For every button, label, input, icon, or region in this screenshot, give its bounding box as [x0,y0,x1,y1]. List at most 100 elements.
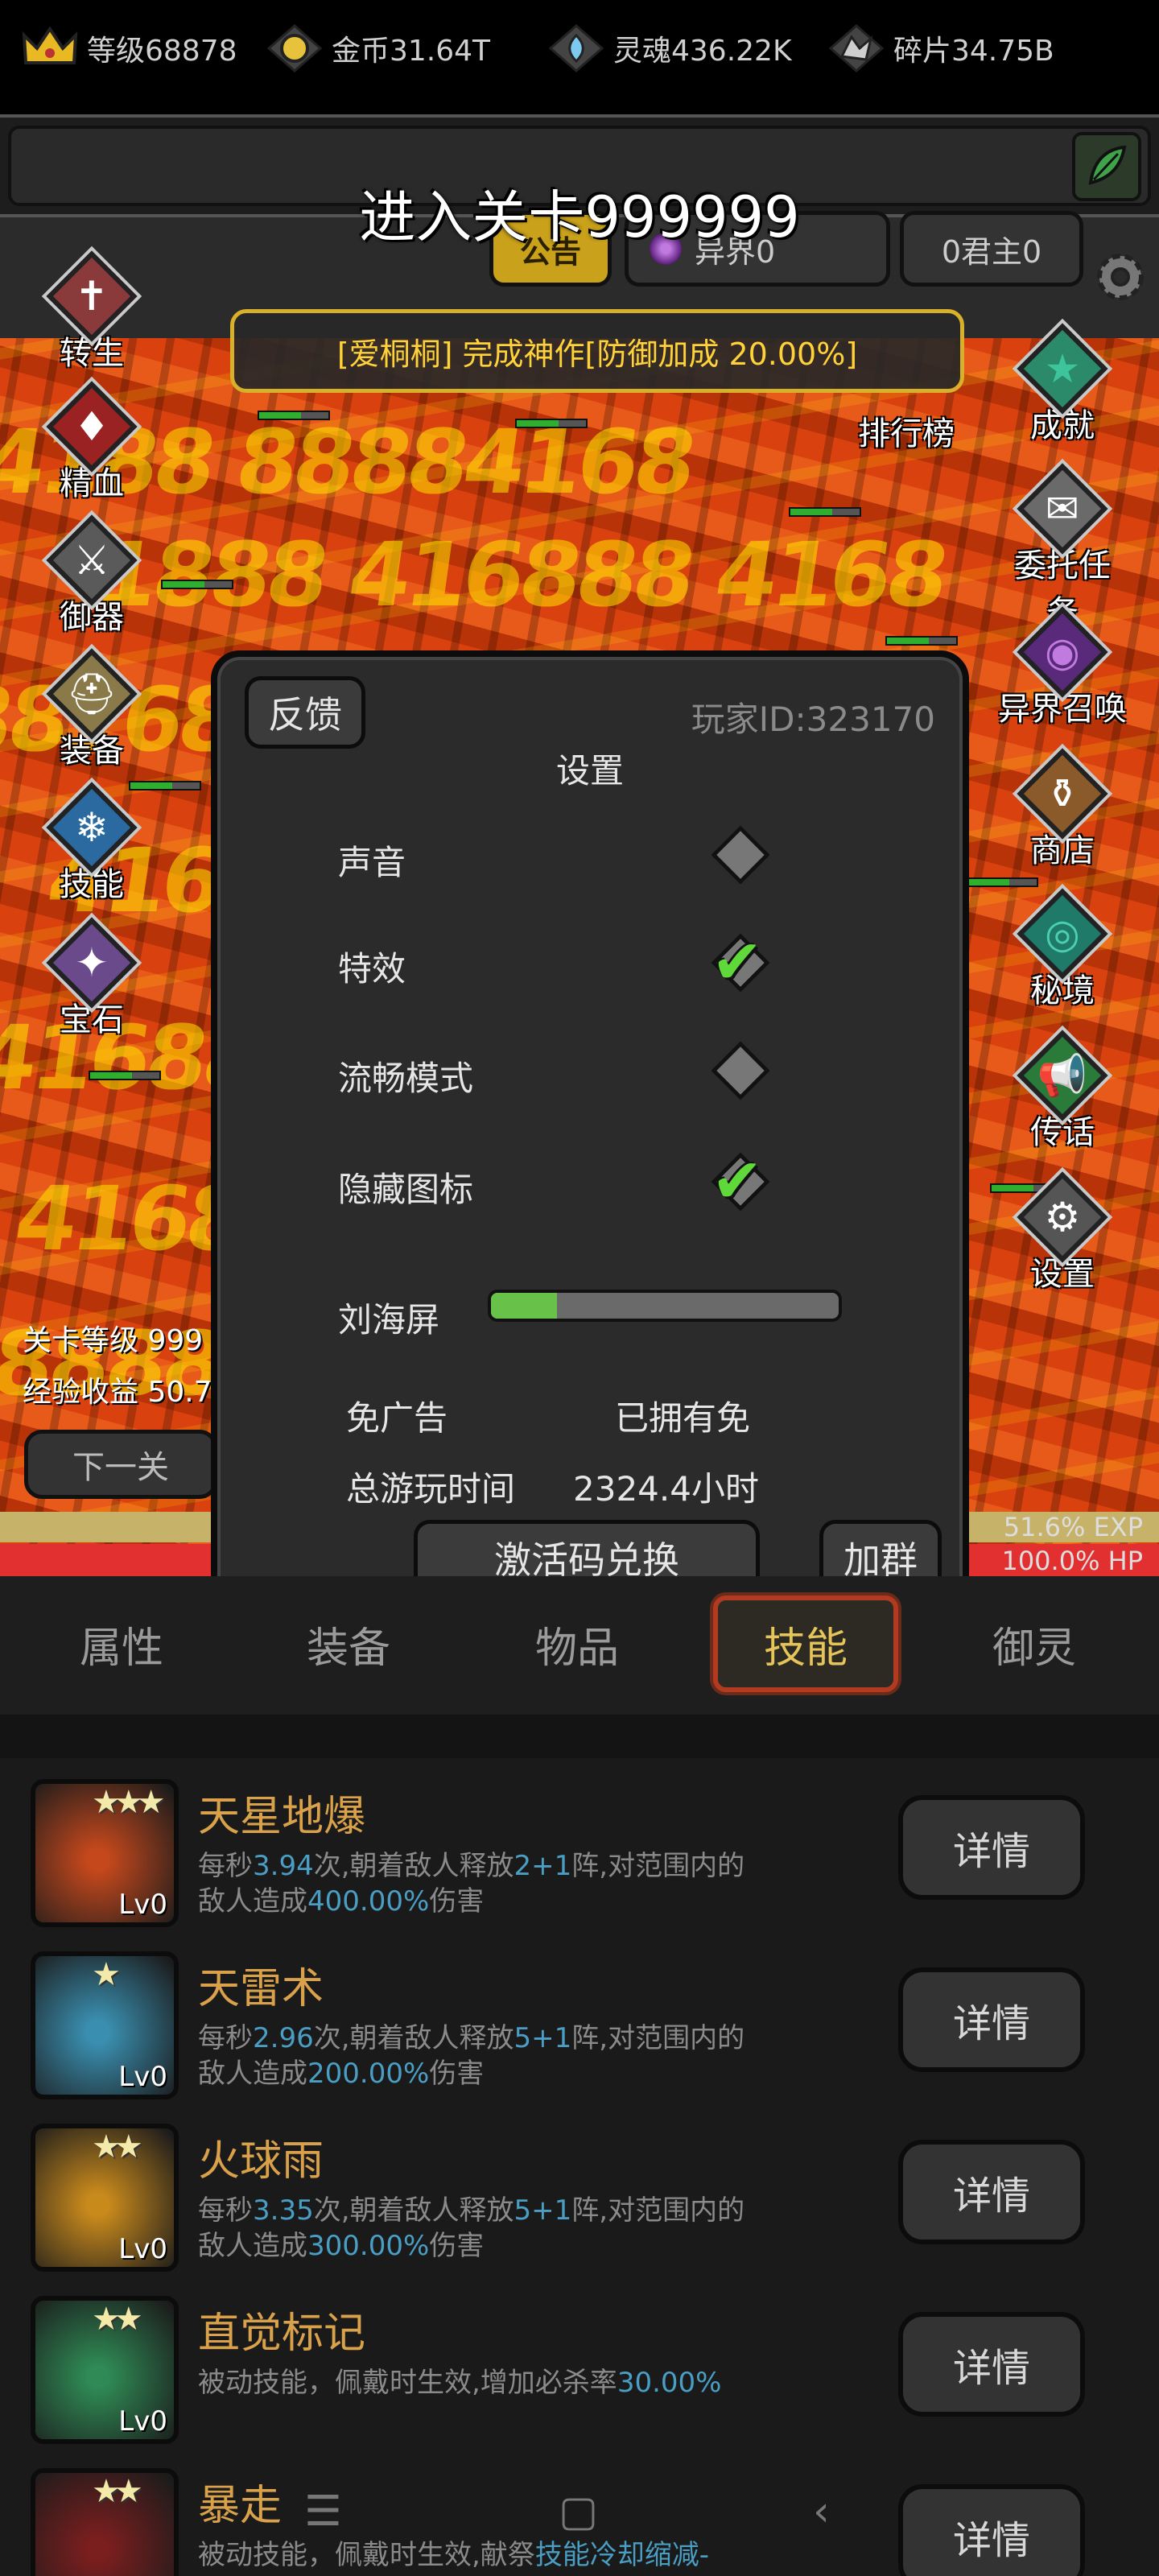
skill-detail-label: 详情 [952,2346,1030,2391]
skill-icon[interactable]: ★★ Lv0 [31,2296,179,2444]
skill-icon[interactable]: ★★ [31,2468,179,2576]
resource-soul-label: 灵魂436.22K [613,35,792,68]
skill-value-highlight: 400.00% [307,1885,430,1918]
feedback-label: 反馈 [268,693,342,737]
gear-icon[interactable] [1088,245,1153,309]
skill-description-text: 伤害 [429,2230,485,2262]
skill-detail-button[interactable]: 详情 [898,2140,1085,2244]
notch-slider[interactable] [488,1290,842,1322]
megaphone-icon: 📢 [1017,1030,1108,1121]
effects-toggle[interactable]: ✔ [707,926,774,997]
hp-percent: 100.0% HP [1001,1546,1143,1576]
skill-detail-button[interactable]: 详情 [898,1795,1085,1900]
side-achievement-button[interactable]: ★ 成就 [1006,323,1119,446]
skill-icon[interactable]: ★★ Lv0 [31,2124,179,2272]
enemy-hp-bar [966,877,1038,887]
resource-gold: 金币31.64T [262,23,490,74]
realm-portal-icon: ◎ [1017,888,1108,980]
enemy-hp-bar [789,507,861,517]
blood-essence-icon: ♦ [46,381,138,473]
skill-value-highlight: 技能冷却缩减- [534,2539,710,2571]
effects-label: 特效 [338,949,406,989]
skill-flame-icon: ❄ [46,782,138,873]
gem-bag-icon: ✦ [46,917,138,1009]
skill-description-text: 伤害 [429,1885,485,1918]
settings-gear-icon: ⚙ [1017,1171,1108,1263]
side-message-button[interactable]: 📢 传话 [1006,1030,1119,1153]
skill-stars: ★★★ [92,1784,166,1821]
sword-icon: ⚔ [46,514,138,606]
side-weapon-button[interactable]: ⚔ 御器 [35,514,148,638]
skill-stars: ★★ [92,2128,143,2165]
notch-label: 刘海屏 [338,1300,440,1340]
side-secret-realm-button[interactable]: ◎ 秘境 [1006,888,1119,1011]
skill-row: ★★ 暴走 被动技能，佩戴时生效,献祭技能冷却缩减- 详情 [0,2460,1159,2576]
tab-skills[interactable]: 技能 [713,1596,898,1692]
skill-icon[interactable]: ★★★ Lv0 [31,1779,179,1927]
skill-description-text: 被动技能，佩戴时生效,献祭 [198,2539,535,2571]
side-summon-button[interactable]: ◉ 异界召唤 [996,606,1128,729]
skill-value-highlight: 200.00% [307,2058,430,2090]
tab-items-label: 物品 [534,1624,619,1673]
side-ranking-label: 排行榜 [858,415,955,452]
resource-gold-label: 金币31.64T [332,35,491,68]
side-settings-button[interactable]: ⚙ 设置 [1006,1171,1119,1294]
skill-list-header-gap [0,1715,1159,1758]
skill-detail-button[interactable]: 详情 [898,2484,1085,2576]
skill-name: 直觉标记 [198,2310,366,2358]
next-stage-button[interactable]: 下一关 [24,1430,217,1499]
checkmark-icon: ✔ [711,926,763,997]
enemy-hp-bar [515,419,588,428]
skill-detail-label: 详情 [952,2518,1030,2563]
skill-detail-button[interactable]: 详情 [898,2312,1085,2417]
skill-description-text: 次,朝着敌人释放 [313,2022,514,2054]
side-gem-button[interactable]: ✦ 宝石 [35,917,148,1040]
side-rebirth-button[interactable]: ✝ 转生 [35,250,148,374]
shard-icon [824,23,889,74]
skill-row: ★★ Lv0 直觉标记 被动技能，佩戴时生效,增加必杀率30.00% 详情 [0,2288,1159,2460]
skill-detail-button[interactable]: 详情 [898,1967,1085,2072]
skill-value-highlight: 3.35 [253,2194,314,2227]
skill-stars: ★★ [92,2473,143,2510]
skill-detail-label: 详情 [952,1829,1030,1874]
tab-items[interactable]: 物品 [485,1596,670,1692]
skill-value-highlight: 2+1 [514,1850,572,1882]
enemy-hp-bar [258,411,330,420]
hide-icons-toggle[interactable]: ✔ [707,1145,774,1216]
skill-description-text: 每秒 [198,2022,253,2054]
skill-stars: ★★ [92,2301,143,2338]
unchecked-diamond-icon [711,1041,770,1100]
settings-dialog: 反馈 玩家ID:323170 设置 声音 特效 ✔ 流畅模式 隐藏图标 ✔ 刘海… [211,650,969,1618]
skill-description-text: 被动技能，佩戴时生效,增加必杀率 [198,2367,617,2399]
tab-equipment[interactable]: 装备 [256,1596,441,1692]
side-shop-button[interactable]: ⚱ 商店 [1006,748,1119,871]
stage-level-text: 关卡等级 999 [23,1324,204,1357]
resource-level: 等级68878 [18,23,237,74]
playtime-value: 2324.4小时 [573,1469,759,1509]
side-ranking-button[interactable]: 排行榜 [842,407,971,454]
skill-description-text: 次,朝着敌人释放 [313,2194,514,2227]
side-skill-button[interactable]: ❄ 技能 [35,782,148,905]
skill-icon[interactable]: ★ Lv0 [31,1951,179,2099]
feedback-button[interactable]: 反馈 [245,676,365,749]
side-equipment-button[interactable]: ⛑ 装备 [35,648,148,771]
tab-spirits-label: 御灵 [992,1624,1076,1673]
resource-shard-label: 碎片34.75B [893,35,1054,68]
tab-attributes[interactable]: 属性 [29,1596,214,1692]
skill-row: ★★ Lv0 火球雨 每秒3.35次,朝着敌人释放5+1阵,对范围内的敌人造成300.… [0,2116,1159,2288]
skill-level: Lv0 [118,1889,167,1921]
skill-description: 被动技能，佩戴时生效,献祭技能冷却缩减- [198,2537,761,2573]
player-id: 玩家ID:323170 [691,700,935,739]
skill-value-highlight: 300.00% [307,2230,430,2262]
skill-description-text: 每秒 [198,1850,253,1882]
smooth-mode-toggle[interactable] [707,1037,774,1104]
smooth-mode-label: 流畅模式 [338,1059,474,1098]
announcement-text: [爱桐桐] 完成神作[防御加成 20.00%] [336,336,858,372]
skill-description-text: 伤害 [429,2058,485,2090]
settings-title: 设置 [555,751,624,791]
tab-spirits[interactable]: 御灵 [942,1596,1127,1692]
side-blood-button[interactable]: ♦ 精血 [35,381,148,504]
sound-toggle[interactable] [707,821,774,889]
resource-soul: 灵魂436.22K [544,23,792,74]
notch-slider-fill [491,1293,558,1319]
